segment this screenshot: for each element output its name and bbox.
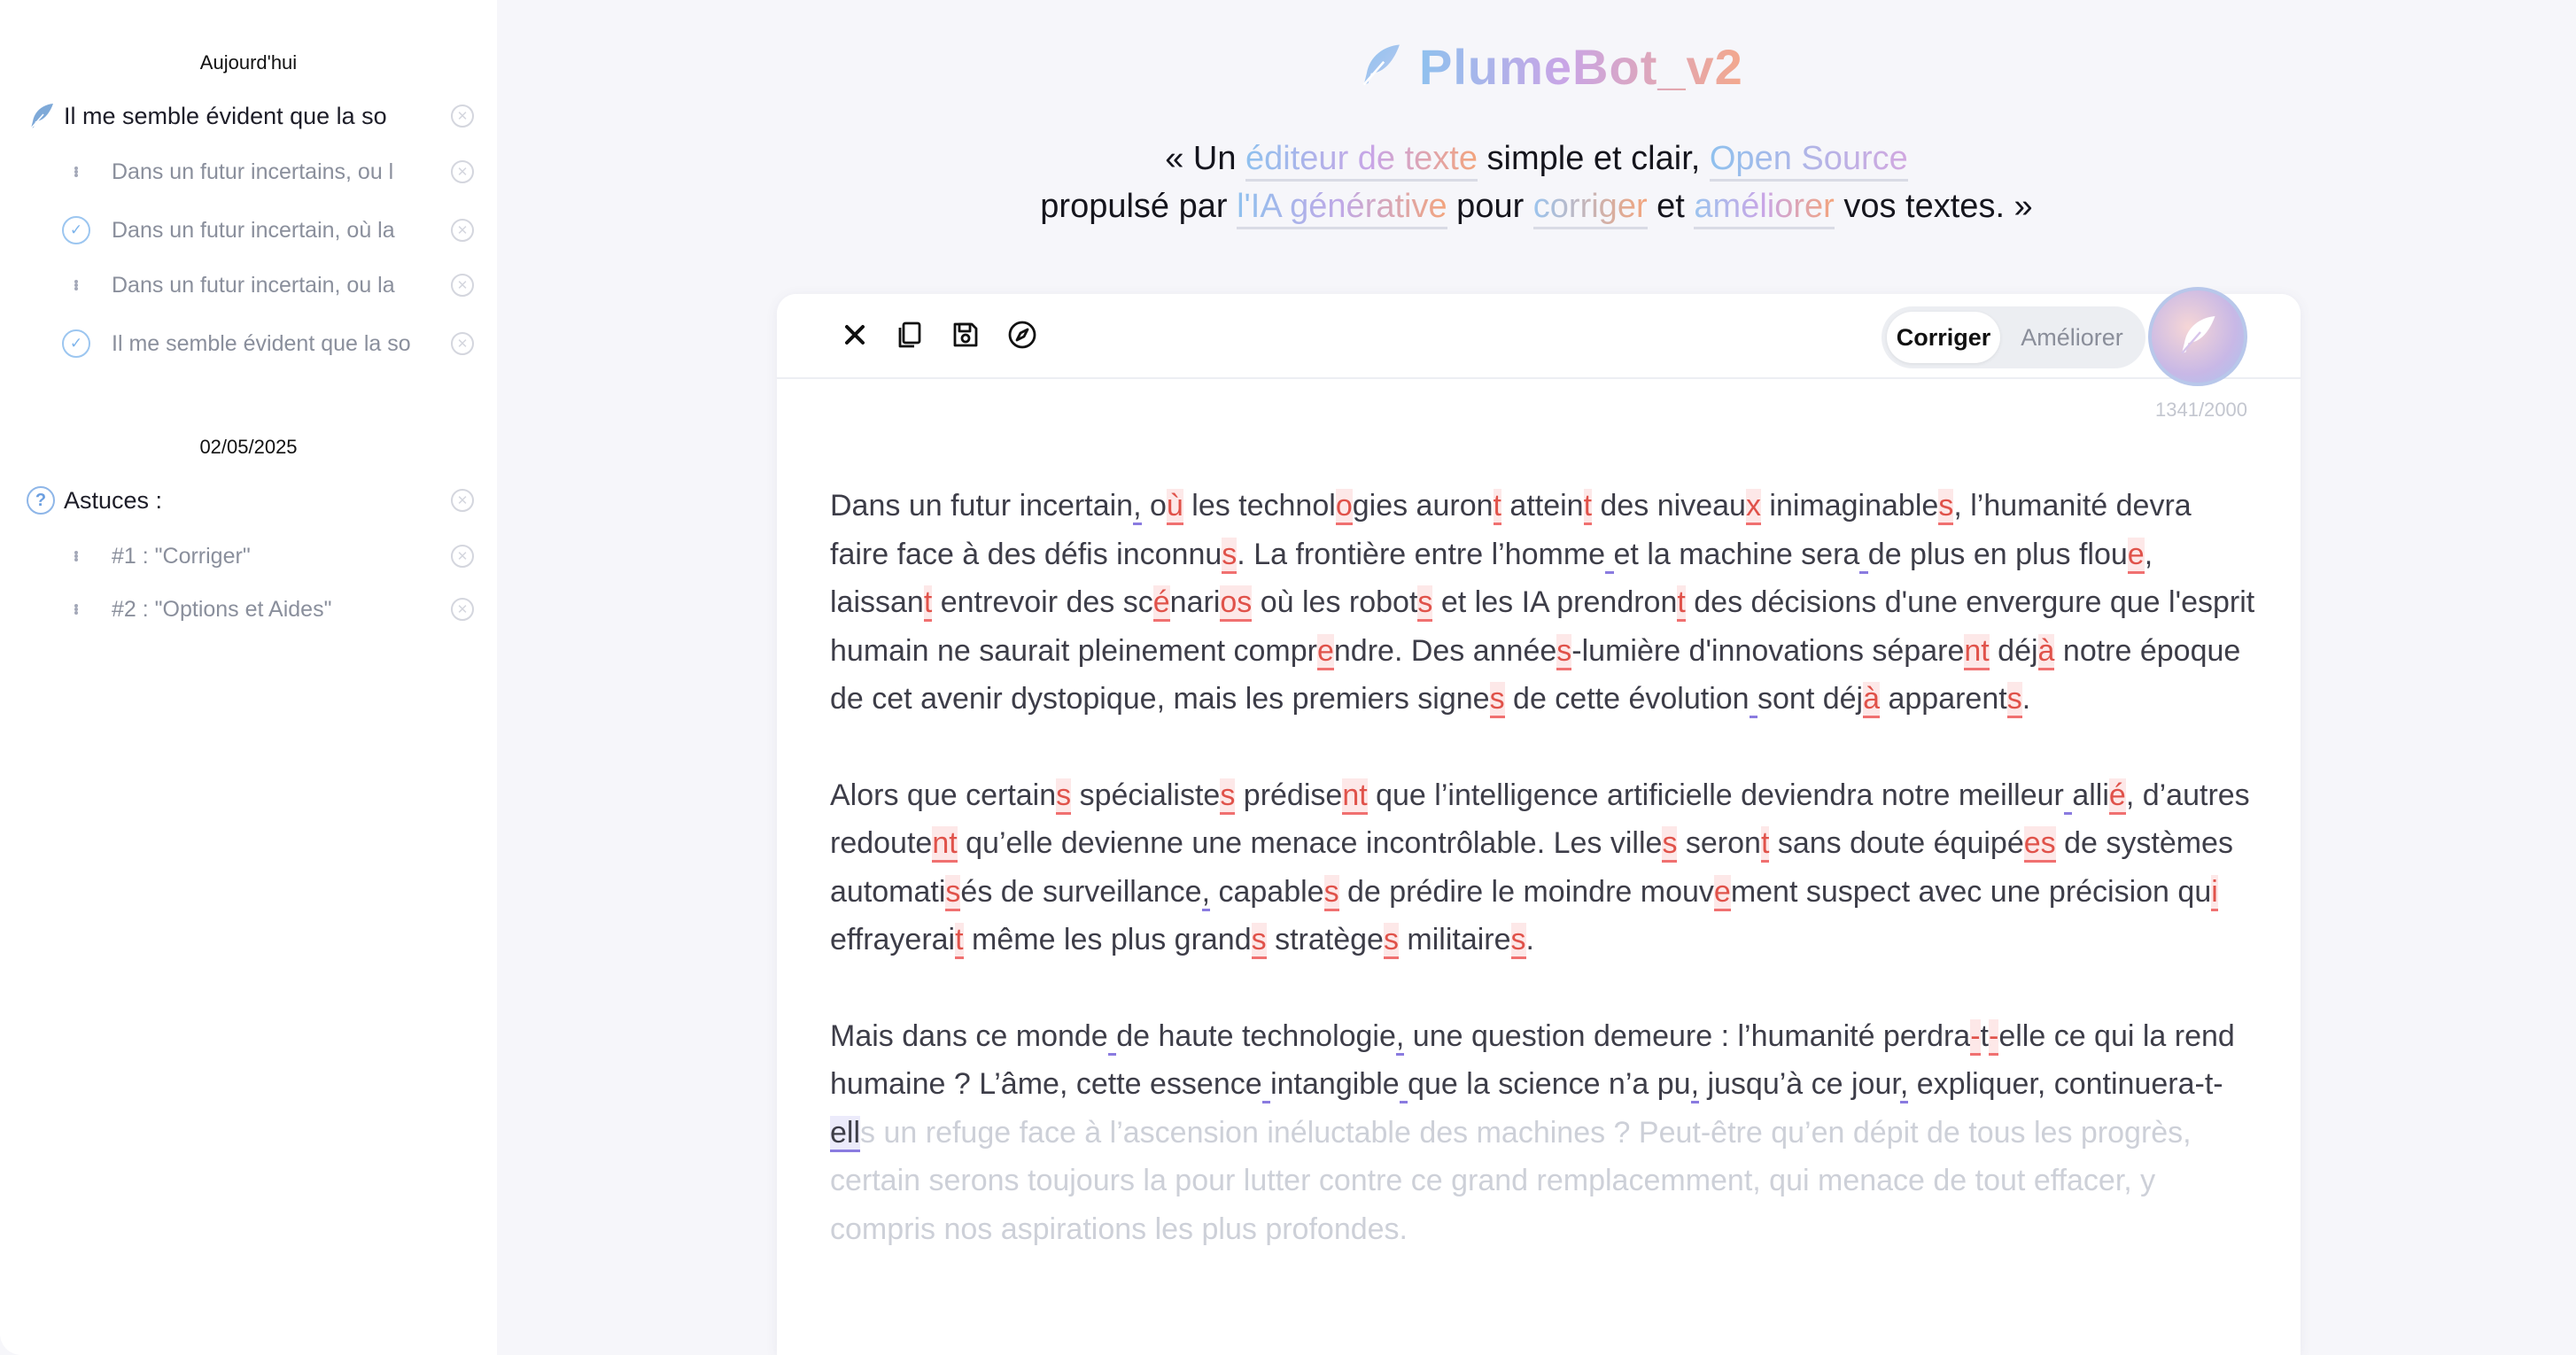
feather-icon: [1355, 39, 1407, 95]
history-item-1[interactable]: Il me semble évident que la so ✕: [0, 94, 497, 138]
close-icon[interactable]: ✕: [451, 219, 474, 242]
tagline-text: vos textes. »: [1834, 188, 2033, 225]
editor-toolbar: Corriger Améliorer: [777, 287, 2301, 386]
history-item-tips[interactable]: ? Astuces : ✕: [0, 478, 497, 523]
tagline-highlight: corriger: [1532, 188, 1648, 229]
help-circle-icon: ?: [27, 486, 55, 515]
brand-logo: PlumeBot_v2: [1355, 35, 1743, 97]
check-circle-icon: ✓: [62, 329, 90, 358]
copy-icon: [895, 320, 925, 354]
history-item-3[interactable]: ✓ Dans un futur incertain, où la ✕: [0, 208, 497, 252]
history-item-label: Dans un futur incertains, ou l: [112, 159, 394, 184]
history-item-2[interactable]: Dans un futur incertains, ou l ✕: [0, 150, 497, 194]
clear-button[interactable]: [837, 319, 873, 354]
close-icon: [842, 321, 868, 352]
drag-handle-icon[interactable]: [73, 546, 80, 567]
editor-paragraph: Mais dans ce monde de haute technologie,…: [830, 1018, 2235, 1246]
close-icon[interactable]: ✕: [451, 332, 474, 355]
editor-paragraph: Dans un futur incertain, où les technolo…: [830, 482, 2256, 724]
save-icon: [950, 320, 981, 354]
tagline-text: et: [1647, 188, 1695, 225]
tagline-highlight: éditeur de texte: [1245, 140, 1478, 182]
text-editor[interactable]: Dans un futur incertain, où les technolo…: [830, 482, 2256, 1301]
close-icon[interactable]: ✕: [451, 598, 474, 621]
history-item-label: Dans un futur incertain, où la: [112, 217, 395, 243]
close-icon[interactable]: ✕: [451, 274, 474, 297]
drag-handle-icon[interactable]: [73, 275, 80, 296]
close-icon[interactable]: ✕: [451, 545, 474, 568]
history-item-label: Astuces :: [64, 486, 163, 514]
close-icon[interactable]: ✕: [451, 489, 474, 512]
close-icon[interactable]: ✕: [451, 105, 474, 128]
tagline-highlight: l'IA générative: [1237, 188, 1447, 229]
history-item-tip-2[interactable]: #2 : "Options et Aides" ✕: [0, 587, 497, 631]
history-item-5[interactable]: ✓ Il me semble évident que la so ✕: [0, 321, 497, 366]
explore-button[interactable]: [1005, 319, 1040, 354]
tagline-text: propulsé par: [1040, 188, 1238, 225]
drag-handle-icon[interactable]: [73, 161, 80, 182]
history-item-label: Il me semble évident que la so: [64, 102, 387, 129]
brand-name: PlumeBot_v2: [1419, 38, 1743, 95]
mode-toggle[interactable]: Corriger Améliorer: [1882, 306, 2145, 368]
history-item-tip-1[interactable]: #1 : "Corriger" ✕: [0, 534, 497, 578]
tagline-text: « Un: [1165, 140, 1246, 177]
editor-paragraph: Alors que certains spécialistes prédisen…: [830, 771, 2256, 964]
editor-card: Corriger Améliorer 1341/2000 Dans un fut…: [777, 287, 2301, 1355]
history-item-label: #1 : "Corriger": [112, 543, 251, 569]
history-item-label: Il me semble évident que la so: [112, 330, 411, 356]
history-item-label: #2 : "Options et Aides": [112, 596, 332, 622]
check-circle-icon: ✓: [62, 216, 90, 244]
mode-improve-button[interactable]: Améliorer: [2006, 312, 2138, 363]
mode-correct-button[interactable]: Corriger: [1887, 312, 2000, 363]
tagline-line-1: « Un éditeur de texte simple et clair, O…: [497, 140, 2576, 182]
history-sidebar: Aujourd'hui Il me semble évident que la …: [0, 0, 497, 1355]
tagline-highlight: améliorer: [1694, 188, 1835, 229]
section-today-title: Aujourd'hui: [199, 51, 298, 74]
feather-icon: [2174, 311, 2222, 363]
tagline-text: simple et clair,: [1478, 140, 1710, 177]
feather-icon: [25, 99, 58, 133]
compass-icon: [1006, 319, 1038, 355]
close-icon[interactable]: ✕: [451, 160, 474, 183]
tagline-text: pour: [1447, 188, 1533, 225]
history-item-label: Dans un futur incertain, ou la: [112, 272, 395, 298]
drag-handle-icon[interactable]: [73, 599, 80, 620]
history-item-4[interactable]: Dans un futur incertain, ou la ✕: [0, 263, 497, 307]
section-date-title: 02/05/2025: [199, 436, 298, 458]
copy-button[interactable]: [892, 319, 927, 354]
tagline-highlight: Open Source: [1709, 140, 1908, 182]
save-button[interactable]: [948, 319, 983, 354]
character-counter: 1341/2000: [2155, 399, 2247, 421]
submit-button[interactable]: [2148, 287, 2247, 386]
tagline-line-2: propulsé par l'IA générative pour corrig…: [497, 188, 2576, 229]
